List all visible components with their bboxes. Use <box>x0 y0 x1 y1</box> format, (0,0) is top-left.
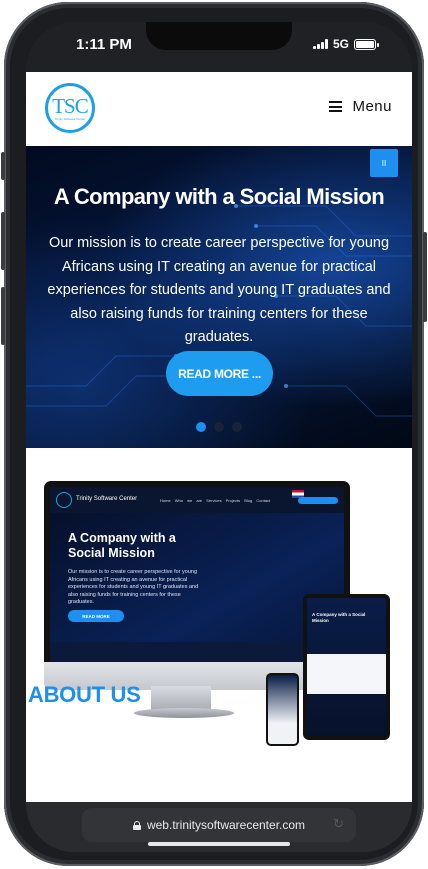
slider-dot-1[interactable] <box>196 422 206 432</box>
home-indicator[interactable] <box>148 842 290 846</box>
mockup-text: Our mission is to create career perspect… <box>68 569 199 605</box>
monitor-stand <box>151 686 211 710</box>
mockup-nav-links: Home Who we are Services Projects Blog C… <box>160 498 271 503</box>
status-bar: 1:11 PM 5G <box>26 22 412 72</box>
monitor-screen: Trinity Software Center Home Who we are … <box>50 487 344 680</box>
phone-frame: 1:11 PM 5G TSC Trinity Software Center M… <box>1 2 427 866</box>
logo-subtext: Trinity Software Center <box>54 116 86 121</box>
site-logo[interactable]: TSC Trinity Software Center <box>45 83 95 133</box>
network-type: 5G <box>332 37 349 51</box>
slider-dot-3[interactable] <box>232 422 242 432</box>
status-time: 1:11 PM <box>76 36 132 53</box>
address-bar[interactable]: web.trinitysoftwarecenter.com <box>82 808 356 842</box>
mockup-button: READ MORE <box>68 610 124 622</box>
slider-pagination <box>196 422 242 432</box>
tablet-title: A Company with a Social Mission <box>312 612 366 623</box>
phone-mockup-screen <box>268 675 297 744</box>
mockup-brand: Trinity Software Center <box>76 496 138 502</box>
logo-text: TSC <box>52 93 89 118</box>
notch <box>146 22 292 50</box>
mockup-cta <box>298 497 338 504</box>
device-mockup-image: Trinity Software Center Home Who we are … <box>26 448 412 758</box>
about-us-heading: ABOUT US <box>28 682 141 707</box>
mockup-navbar: Trinity Software Center Home Who we are … <box>50 487 344 513</box>
tablet-mockup: A Company with a Social Mission <box>303 594 390 740</box>
mute-switch <box>1 152 5 180</box>
menu-label: Menu <box>352 98 392 115</box>
reload-icon[interactable]: ↻ <box>333 816 344 832</box>
status-indicators: 5G <box>312 37 379 51</box>
read-more-button[interactable]: READ MORE ... <box>166 351 273 396</box>
phone-mockup <box>266 673 299 746</box>
mockup-title: A Company with a Social Mission <box>68 531 176 560</box>
hamburger-icon <box>329 101 343 112</box>
webpage[interactable]: TSC Trinity Software Center Menu II A Co… <box>26 72 412 802</box>
tablet-panel <box>307 654 386 694</box>
tablet-screen: A Company with a Social Mission <box>307 598 386 736</box>
power-button <box>423 232 427 322</box>
hero-description: Our mission is to create career perspect… <box>47 235 391 345</box>
slider-pause-button[interactable]: II <box>370 149 398 177</box>
menu-button[interactable]: Menu <box>329 98 392 115</box>
phone-screen: 1:11 PM 5G TSC Trinity Software Center M… <box>26 22 412 852</box>
volume-down-button <box>1 287 5 345</box>
monitor-stand-base <box>134 708 234 718</box>
mockup-logo <box>56 492 72 508</box>
hero-slider: II A Company with a Social Mission Our m… <box>26 146 412 448</box>
slider-dot-2[interactable] <box>214 422 224 432</box>
lock-icon <box>132 820 141 830</box>
url-text: web.trinitysoftwarecenter.com <box>146 818 306 832</box>
site-header: TSC Trinity Software Center Menu <box>26 72 412 146</box>
volume-up-button <box>1 212 5 270</box>
hero-title: A Company with a Social Mission <box>53 184 385 209</box>
signal-icon <box>312 39 328 49</box>
battery-icon <box>354 38 379 50</box>
